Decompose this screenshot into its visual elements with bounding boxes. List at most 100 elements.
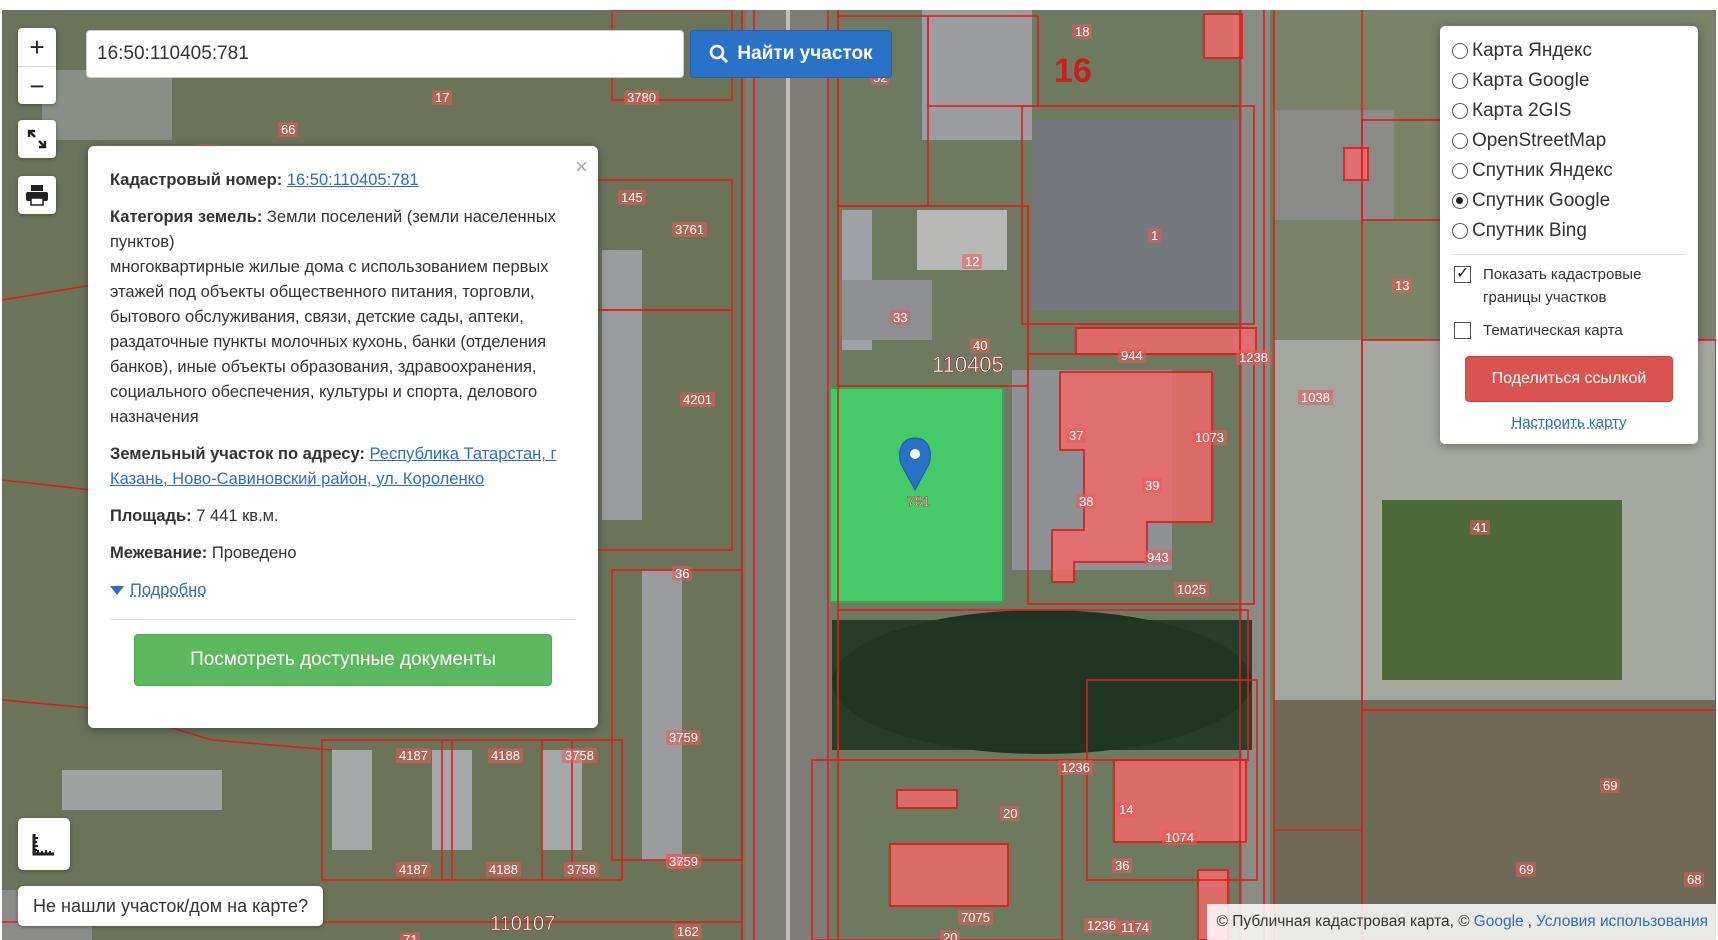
attribution-separator: , [1527, 913, 1532, 930]
map-number-label: 68 [1684, 872, 1705, 887]
fullscreen-button[interactable] [18, 120, 56, 158]
map-number-label: 40 [970, 338, 991, 353]
district-number-label: 16 [1054, 52, 1092, 90]
map-number-label: 13 [1392, 278, 1413, 293]
thematic-map-checkbox[interactable] [1454, 322, 1471, 339]
print-button[interactable] [18, 176, 56, 214]
layer-option-label: Карта Яндекс [1472, 40, 1593, 61]
thematic-map-label: Тематическая карта [1483, 322, 1623, 339]
view-documents-button[interactable]: Посмотреть доступные документы [134, 634, 552, 686]
map-number-label: 18 [1072, 24, 1093, 39]
map-number-label: 3758 [562, 748, 597, 763]
layer-option[interactable]: Карта Яндекс [1452, 36, 1686, 66]
map-number-label: 943 [1144, 550, 1172, 565]
map-number-label: 33 [890, 310, 911, 325]
map-number-label: 4187 [396, 748, 431, 763]
survey-label: Межевание: [110, 544, 208, 562]
map-number-label: 36 [672, 566, 693, 581]
layer-radio[interactable] [1452, 163, 1468, 179]
land-category-row: Категория земель: Земли поселений (земли… [110, 205, 576, 430]
map-number-label: 4201 [680, 392, 715, 407]
map-number-label: 66 [278, 122, 299, 137]
map-number-label: 17 [432, 90, 453, 105]
layer-option[interactable]: Спутник Google [1452, 186, 1686, 216]
share-link-button[interactable]: Поделиться ссылкой [1465, 356, 1673, 402]
map-number-label: 1038 [1298, 390, 1333, 405]
area-label: Площадь: [110, 507, 192, 525]
address-label: Земельный участок по адресу: [110, 445, 365, 463]
layer-radio[interactable] [1452, 193, 1468, 209]
terms-link[interactable]: Условия использования [1536, 913, 1708, 931]
layer-radio[interactable] [1452, 103, 1468, 119]
map-number-label: 7075 [958, 910, 993, 925]
find-parcel-label: Найти участок [737, 43, 873, 64]
map-number-label: 20 [1000, 806, 1021, 821]
map-number-label: 1074 [1162, 830, 1197, 845]
map-number-label: 1025 [1174, 582, 1209, 597]
map-number-label: 69 [1516, 862, 1537, 877]
parcel-info-popup: × Кадастровый номер: 16:50:110405:781 Ка… [88, 146, 598, 728]
permitted-use-text: многоквартирные жилые дома с использован… [110, 258, 549, 426]
map-number-label: 41 [1470, 520, 1491, 535]
printer-icon [26, 185, 48, 206]
zoom-out-button[interactable]: − [18, 66, 56, 105]
cadastral-search-input[interactable] [86, 30, 684, 78]
zoom-control: + − [18, 28, 56, 104]
map-number-label: 1236 [1058, 760, 1093, 775]
layer-option-label: Спутник Google [1472, 190, 1611, 211]
map-number-label: 20 [940, 930, 961, 940]
cadastral-number-label: Кадастровый номер: [110, 171, 283, 189]
area-value: 7 441 кв.м. [196, 507, 279, 525]
layer-option[interactable]: Карта 2GIS [1452, 96, 1686, 126]
map-number-label: 14 [1116, 802, 1137, 817]
survey-value: Проведено [211, 544, 297, 562]
show-borders-toggle[interactable]: Показать кадастровые границы участков [1452, 262, 1686, 309]
layer-radio[interactable] [1452, 43, 1468, 59]
map-number-label: 4188 [486, 862, 521, 877]
map-number-label: 162 [674, 924, 702, 939]
layer-radio[interactable] [1452, 133, 1468, 149]
google-link[interactable]: Google [1474, 913, 1524, 931]
expand-icon [27, 129, 47, 149]
search-icon [710, 44, 729, 64]
survey-row: Межевание: Проведено [110, 541, 576, 566]
close-icon[interactable]: × [575, 154, 588, 179]
layers-divider [1452, 254, 1686, 255]
layer-option-label: OpenStreetMap [1472, 130, 1607, 151]
thematic-map-toggle[interactable]: Тематическая карта [1452, 319, 1686, 342]
ruler-icon [32, 834, 54, 856]
map-number-label: 1073 [1192, 430, 1227, 445]
layer-option[interactable]: OpenStreetMap [1452, 126, 1686, 156]
layer-radio[interactable] [1452, 223, 1468, 239]
layer-option-label: Спутник Яндекс [1472, 160, 1613, 181]
map-number-label: 3759 [666, 854, 701, 869]
not-found-button[interactable]: Не нашли участок/дом на карте? [18, 886, 324, 926]
map-number-label: 4187 [396, 862, 431, 877]
configure-map-link[interactable]: Настроить карту [1452, 414, 1686, 431]
map-number-label: 4188 [488, 748, 523, 763]
land-category-label: Категория земель: [110, 208, 263, 226]
map-number-label: 1 [1148, 228, 1162, 243]
map-number-label: 1238 [1236, 350, 1271, 365]
layer-option-label: Карта 2GIS [1472, 100, 1572, 121]
cadastral-number-link[interactable]: 16:50:110405:781 [287, 171, 419, 189]
map-number-label: 3758 [564, 862, 599, 877]
map-layers-panel: Карта Яндекс Карта Google Карта 2GIS OpenSt… [1440, 26, 1698, 444]
layer-option[interactable]: Спутник Яндекс [1452, 156, 1686, 186]
map-number-label: 944 [1118, 348, 1146, 363]
find-parcel-button[interactable]: Найти участок [690, 30, 892, 78]
layer-option[interactable]: Карта Google [1452, 66, 1686, 96]
ruler-button[interactable] [18, 818, 70, 870]
map-number-label: 37 [1066, 428, 1087, 443]
map-number-label: 3759 [666, 730, 701, 745]
quarter-number-label: 110405 [932, 352, 1004, 377]
layer-option-label: Спутник Bing [1472, 220, 1587, 241]
attribution-text: © Публичная кадастровая карта, © [1216, 913, 1470, 930]
zoom-in-button[interactable]: + [18, 28, 56, 66]
show-borders-checkbox[interactable] [1454, 262, 1471, 285]
layer-radio[interactable] [1452, 73, 1468, 89]
map-number-label: 1174 [1118, 920, 1152, 935]
layer-option[interactable]: Спутник Bing [1452, 216, 1686, 246]
details-toggle[interactable]: Подробно [110, 578, 576, 603]
show-borders-label: Показать кадастровые границы участков [1483, 266, 1642, 306]
